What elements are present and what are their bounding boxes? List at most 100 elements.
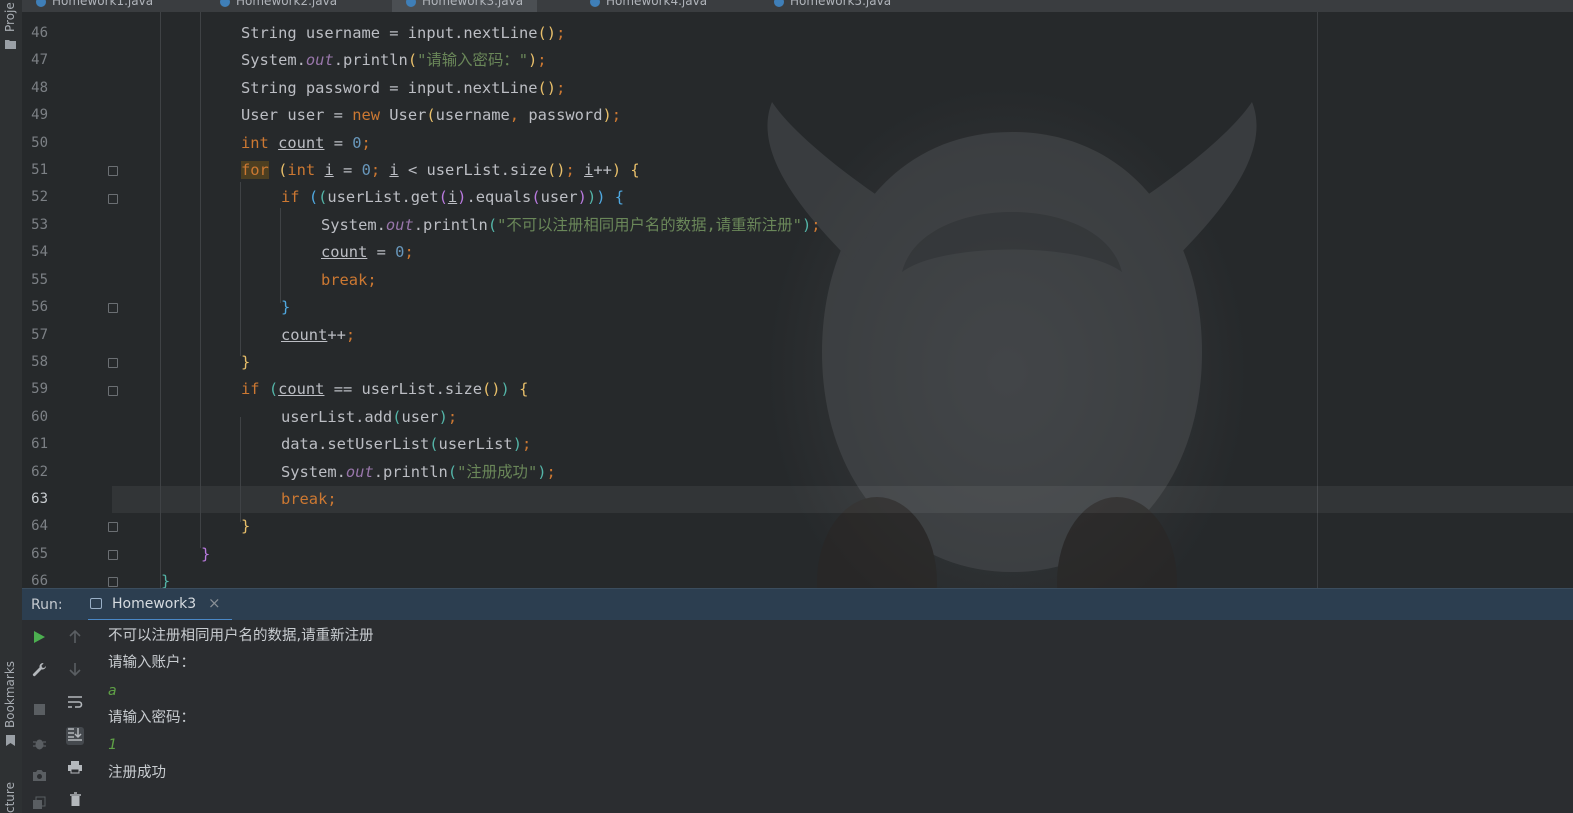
code-token: count: [278, 380, 325, 398]
code-token: ;: [611, 106, 622, 124]
console-input-line: 1: [108, 737, 117, 753]
arrow-up-icon[interactable]: [66, 629, 84, 648]
code-line-49: User user = new User(username, password)…: [241, 102, 621, 129]
code-token: (): [537, 24, 557, 42]
code-token: ;: [327, 490, 337, 508]
console-line: 请输入密码：: [108, 710, 195, 726]
scroll-to-end-icon[interactable]: [66, 727, 84, 745]
fold-marker-icon[interactable]: [108, 194, 118, 204]
tab-label: Homework4.java: [606, 0, 708, 8]
left-tool-strip: Proje Bookmarks cture: [0, 0, 23, 813]
code-token: .println: [373, 463, 448, 481]
code-token: "注册成功": [457, 463, 538, 481]
code-token: ): [586, 188, 597, 206]
code-token: (: [278, 161, 288, 179]
line-number: 62: [31, 464, 48, 480]
code-line-57: count++;: [281, 322, 355, 349]
project-tool-label[interactable]: Proje: [3, 2, 17, 32]
indent-guide: [280, 208, 281, 303]
line-number: 59: [31, 381, 48, 397]
line-number: 58: [31, 354, 48, 370]
fold-marker-icon[interactable]: [108, 577, 118, 587]
run-tab-homework3[interactable]: Homework3 ×: [88, 589, 232, 622]
java-class-icon: [406, 0, 416, 7]
folder-icon[interactable]: [4, 38, 17, 50]
code-token: i: [389, 161, 399, 179]
application-icon: [90, 598, 102, 609]
close-icon[interactable]: ×: [208, 594, 221, 612]
tab-homework1[interactable]: Homework1.java: [36, 0, 153, 12]
code-token: (: [429, 435, 439, 453]
fold-marker-icon[interactable]: [108, 522, 118, 532]
tab-homework5[interactable]: Homework5.java: [774, 0, 891, 12]
code-token: ++: [593, 161, 612, 179]
code-token: String username = input.nextLine: [241, 24, 538, 42]
code-token: out: [345, 463, 374, 481]
line-number: 55: [31, 272, 48, 288]
debug-icon[interactable]: [30, 736, 48, 754]
java-class-icon: [774, 0, 784, 7]
indent-guide: [200, 12, 201, 548]
tab-label: Homework2.java: [236, 0, 338, 8]
code-token: 0: [352, 134, 362, 152]
tab-homework2[interactable]: Homework2.java: [220, 0, 337, 12]
wrench-icon[interactable]: [30, 662, 48, 680]
code-token: .equals: [466, 188, 532, 206]
code-token: out: [385, 216, 414, 234]
fold-marker-icon[interactable]: [108, 358, 118, 368]
code-token: ): [801, 216, 812, 234]
code-token: ;: [565, 161, 585, 179]
console-input-line: a: [108, 683, 117, 699]
stop-icon[interactable]: [30, 702, 48, 720]
line-number: 64: [31, 518, 48, 534]
code-token: user: [540, 188, 578, 206]
code-token: ;: [361, 134, 371, 152]
code-token: String password = input.nextLine: [241, 79, 538, 97]
code-token: (: [407, 51, 418, 69]
code-token: }: [281, 298, 291, 316]
code-line-48: String password = input.nextLine();: [241, 75, 565, 102]
arrow-down-icon[interactable]: [66, 662, 84, 680]
fold-marker-icon[interactable]: [108, 386, 118, 396]
code-token: ;: [447, 408, 458, 426]
bookmark-icon[interactable]: [4, 734, 17, 746]
restore-layout-icon[interactable]: [30, 796, 48, 813]
code-token: ): [500, 380, 510, 398]
code-token: ;: [556, 24, 566, 42]
code-token: "请输入密码：": [417, 51, 528, 69]
code-line-51: for (int i = 0; i < userList.size(); i++…: [241, 157, 640, 184]
run-toolbar-right: [58, 620, 92, 813]
code-token: .println: [413, 216, 488, 234]
code-token: (: [426, 106, 436, 124]
tab-homework4[interactable]: Homework4.java: [590, 0, 707, 12]
code-token: ): [512, 435, 522, 453]
line-number: 61: [31, 436, 48, 452]
bookmarks-tool-label[interactable]: Bookmarks: [3, 661, 17, 728]
code-token: ;: [811, 216, 821, 234]
structure-tool-label[interactable]: cture: [3, 782, 17, 813]
line-number: 49: [31, 107, 48, 123]
trash-icon[interactable]: [66, 792, 84, 810]
fold-marker-icon[interactable]: [108, 550, 118, 560]
code-token: 0: [361, 161, 371, 179]
code-line-53: System.out.println("不可以注册相同用户名的数据,请重新注册"…: [321, 212, 821, 239]
run-icon[interactable]: [30, 630, 48, 648]
print-icon[interactable]: [66, 760, 84, 778]
code-line-56: }: [281, 294, 290, 321]
ide-window: { "sidebar": { "project_label": "Proje",…: [0, 0, 1573, 813]
camera-icon[interactable]: [30, 768, 48, 786]
fold-marker-icon[interactable]: [108, 303, 118, 313]
code-token: (: [487, 216, 498, 234]
code-editor[interactable]: 46 47 48 49 50 51 52 53 54 55 56 57 58 5…: [22, 12, 1573, 588]
code-token: count: [281, 326, 328, 344]
code-token: }: [201, 545, 211, 563]
soft-wrap-icon[interactable]: [66, 695, 84, 713]
line-number: 66: [31, 573, 48, 588]
code-token: ;: [345, 326, 356, 344]
code-line-60: userList.add(user);: [281, 404, 457, 431]
line-number: 53: [31, 217, 48, 233]
code-token: ;: [537, 51, 547, 69]
fold-marker-icon[interactable]: [108, 166, 118, 176]
